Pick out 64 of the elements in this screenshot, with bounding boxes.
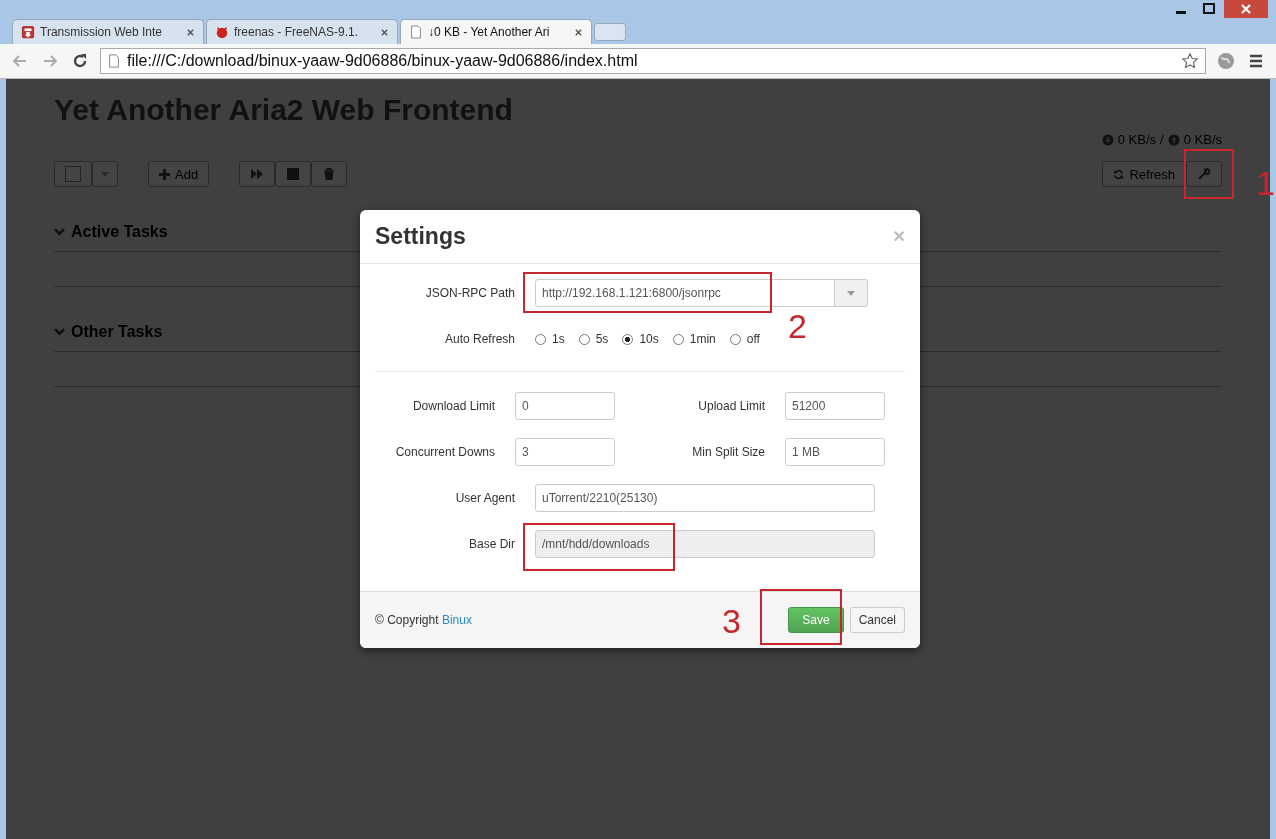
text-field[interactable]: 51200: [785, 392, 885, 420]
caret-icon: [101, 171, 109, 177]
wrench-icon: [1198, 168, 1210, 180]
rpc-path-field[interactable]: http://192.168.1.121:6800/jsonrpc: [535, 279, 835, 307]
close-icon[interactable]: [380, 27, 389, 37]
field-label: Upload Limit: [697, 399, 765, 413]
annotation-number: 2: [787, 309, 808, 343]
settings-button[interactable]: [1186, 161, 1222, 187]
stop-icon: [287, 168, 300, 180]
radio-label: 10s: [639, 332, 659, 346]
field-label: Auto Refresh: [443, 332, 515, 346]
address-bar[interactable]: file:///C:/download/binux-yaaw-9d06886/binux-yaaw-9d06886/index.html: [100, 48, 1206, 74]
radio-label: 1min: [689, 332, 716, 346]
radio-label: off: [746, 332, 760, 346]
radio-button[interactable]: [622, 333, 634, 345]
text-field[interactable]: 0: [515, 392, 615, 420]
upload-icon: [1167, 133, 1180, 146]
download-speed: 0 KB/s: [1117, 132, 1157, 147]
upload-speed: 0 KB/s: [1183, 132, 1222, 147]
annotation-frame: [1184, 149, 1234, 199]
close-window-icon[interactable]: [1224, 0, 1268, 18]
browser-tab[interactable]: ↓0 KB - Yet Another Ari: [400, 19, 592, 44]
tab-title: Transmission Web Inte: [40, 25, 164, 39]
cancel-button[interactable]: Cancel: [849, 607, 905, 633]
stop-button[interactable]: [275, 161, 312, 187]
text-field[interactable]: uTorrent/2210(25130): [535, 484, 875, 512]
page-icon: [107, 54, 121, 68]
field-label: User Agent: [454, 491, 515, 505]
field-label: JSON-RPC Path: [424, 286, 515, 300]
trash-icon: [323, 168, 336, 180]
browser-tab[interactable]: freenas - FreeNAS-9.1.: [206, 19, 398, 44]
caret-icon: [847, 290, 855, 296]
dialog-title: Settings: [375, 223, 466, 250]
page-icon: [409, 25, 423, 39]
start-button[interactable]: [239, 161, 276, 187]
transmission-icon: [21, 25, 35, 39]
close-icon[interactable]: [186, 27, 195, 37]
text-field[interactable]: 3: [515, 438, 615, 466]
annotation-number: 3: [721, 604, 742, 638]
delete-button[interactable]: [311, 161, 348, 187]
radio-label: 1s: [552, 332, 565, 346]
field-label: Concurrent Downs: [394, 445, 495, 459]
devil-logo-icon: [215, 25, 229, 39]
chevron-icon: [54, 328, 65, 336]
copyright-text: © Copyright Binux: [375, 613, 472, 627]
radio-label: 5s: [595, 332, 609, 346]
field-label: Download Limit: [411, 399, 495, 413]
author-link[interactable]: Binux: [441, 613, 472, 627]
fast-forward-icon: [251, 168, 264, 180]
star-icon[interactable]: [1181, 52, 1199, 70]
select-all-checkbox[interactable]: [54, 161, 92, 187]
field-label: Base Dir: [468, 537, 515, 551]
download-icon: [1101, 133, 1114, 146]
plus-icon: [159, 168, 170, 180]
tab-title: freenas - FreeNAS-9.1.: [234, 25, 360, 39]
refresh-icon: [1113, 168, 1125, 180]
tab-title: ↓0 KB - Yet Another Ari: [428, 25, 551, 39]
chevron-icon: [54, 228, 65, 236]
new-tab-button[interactable]: [594, 23, 626, 41]
text-field[interactable]: 1 MB: [785, 438, 885, 466]
close-icon[interactable]: [574, 27, 583, 37]
browser-tab[interactable]: Transmission Web Inte: [12, 19, 204, 44]
field-label: Min Split Size: [691, 445, 765, 459]
speed-separator: /: [1160, 132, 1164, 147]
